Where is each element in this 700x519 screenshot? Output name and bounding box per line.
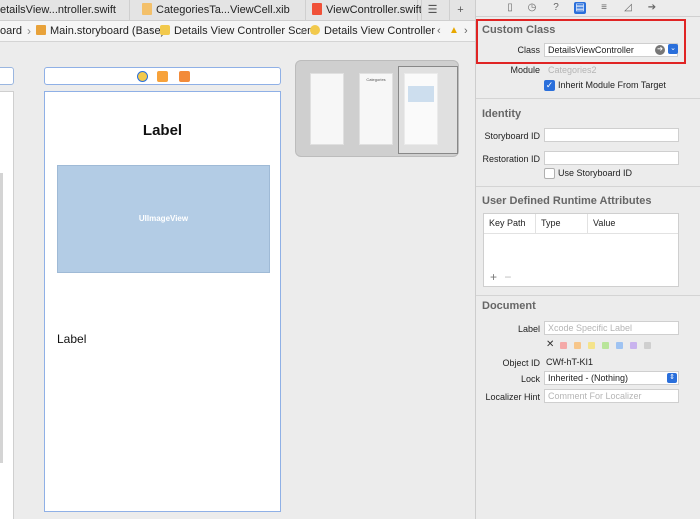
description-label[interactable]: Label xyxy=(57,332,86,346)
module-label: Module xyxy=(510,65,540,75)
xcode-label-field[interactable]: Xcode Specific Label xyxy=(544,321,679,335)
tab-title: CategoriesTa...ViewCell.xib xyxy=(156,4,290,16)
minimap-scene xyxy=(310,73,344,145)
clear-label-icon[interactable]: ✕ xyxy=(546,339,554,350)
storyboard-id-field[interactable] xyxy=(544,128,679,142)
storyboard-id-label: Storyboard ID xyxy=(484,131,540,141)
tab-view-controller-swift[interactable]: ViewController.swift xyxy=(306,0,422,21)
navigate-forward-icon[interactable]: › xyxy=(464,21,468,41)
tab-categories-cell-xib[interactable]: CategoriesTa...ViewCell.xib xyxy=(136,0,306,21)
runtime-attributes-table[interactable]: Key Path Type Value + − xyxy=(483,213,679,287)
minimap-viewport[interactable] xyxy=(398,66,458,154)
lock-select[interactable]: Inherited - (Nothing) ⇕ xyxy=(544,371,679,385)
connections-inspector-icon[interactable]: ➔ xyxy=(646,2,658,14)
lock-value: Inherited - (Nothing) xyxy=(548,373,629,383)
label-color-orange[interactable] xyxy=(574,342,581,349)
image-view[interactable]: UIImageView xyxy=(57,165,270,273)
xcode-window: etailsView...ntroller.swift CategoriesTa… xyxy=(0,0,700,519)
use-storyboard-id-checkbox[interactable] xyxy=(544,168,555,179)
history-inspector-icon[interactable]: ◷ xyxy=(526,2,538,14)
label-color-gray[interactable] xyxy=(644,342,651,349)
divider xyxy=(476,295,700,296)
size-inspector-icon[interactable]: ◿ xyxy=(622,2,634,14)
label-color-green[interactable] xyxy=(602,342,609,349)
scene-dock[interactable] xyxy=(44,67,281,85)
scene-icon xyxy=(160,25,170,35)
identity-inspector-icon[interactable]: ▤ xyxy=(574,2,586,14)
header-divider xyxy=(484,233,678,234)
inherit-module-checkbox[interactable]: ✓ xyxy=(544,80,555,91)
label-color-yellow[interactable] xyxy=(588,342,595,349)
divider xyxy=(476,98,700,99)
xib-file-icon xyxy=(142,3,152,15)
previous-scene-bar[interactable] xyxy=(0,67,14,85)
custom-class-highlight xyxy=(476,19,686,64)
breadcrumb-item-view-controller[interactable]: Details View Controller xyxy=(310,21,435,41)
lock-label: Lock xyxy=(520,374,540,384)
breadcrumb-item-storyboard[interactable]: oard xyxy=(0,21,22,41)
help-inspector-icon[interactable]: ? xyxy=(550,2,562,14)
label-color-red[interactable] xyxy=(560,342,567,349)
chevron-right-icon: › xyxy=(27,24,31,38)
attributes-inspector-icon[interactable]: ≡ xyxy=(598,2,610,14)
label-color-purple[interactable] xyxy=(630,342,637,349)
warning-icon[interactable]: ▲ xyxy=(449,21,459,41)
chevron-right-icon: › xyxy=(300,24,304,38)
column-key-path[interactable]: Key Path xyxy=(484,214,536,233)
restoration-id-field[interactable] xyxy=(544,151,679,165)
breadcrumb-item-scene[interactable]: Details View Controller Scene xyxy=(160,21,319,41)
use-storyboard-id-label: Use Storyboard ID xyxy=(558,168,633,178)
breadcrumb-item-main-storyboard[interactable]: Main.storyboard (Base) xyxy=(36,21,164,41)
inherit-module-label: Inherit Module From Target xyxy=(558,80,666,90)
document-outline-icon[interactable]: ☰ xyxy=(421,0,443,21)
table-footer: + − xyxy=(490,270,511,284)
stepper-icon: ⇕ xyxy=(667,373,677,383)
tab-title: etailsView...ntroller.swift xyxy=(0,4,116,16)
storyboard-icon xyxy=(36,25,46,35)
first-responder-icon[interactable] xyxy=(157,71,168,82)
breadcrumb: oard › Main.storyboard (Base) › Details … xyxy=(0,21,475,42)
swift-file-icon xyxy=(312,3,322,15)
identity-inspector: ▯ ◷ ? ▤ ≡ ◿ ➔ Custom Class Class Details… xyxy=(475,0,700,519)
remove-attribute-button[interactable]: − xyxy=(504,270,511,284)
object-id-value: CWf-hT-KI1 xyxy=(546,357,594,367)
storyboard-canvas[interactable]: Label UIImageView Label Categories xyxy=(0,43,475,519)
identity-title: Identity xyxy=(482,108,522,120)
object-id-label: Object ID xyxy=(502,358,540,368)
chevron-right-icon: › xyxy=(150,24,154,38)
column-value[interactable]: Value xyxy=(588,214,678,233)
inspector-tabs: ▯ ◷ ? ▤ ≡ ◿ ➔ xyxy=(476,0,700,17)
restoration-id-label: Restoration ID xyxy=(482,154,540,164)
editor-tab-bar: etailsView...ntroller.swift CategoriesTa… xyxy=(0,0,475,21)
divider xyxy=(476,186,700,187)
runtime-attributes-title: User Defined Runtime Attributes xyxy=(482,195,652,207)
file-inspector-icon[interactable]: ▯ xyxy=(504,2,516,14)
module-field[interactable]: Categories2 xyxy=(544,63,679,77)
tab-title: ViewController.swift xyxy=(326,4,422,16)
title-label[interactable]: Label xyxy=(45,122,280,139)
label-color-blue[interactable] xyxy=(616,342,623,349)
navigate-back-icon[interactable]: ‹ xyxy=(437,21,441,41)
column-type[interactable]: Type xyxy=(536,214,588,233)
tab-details-view-controller[interactable]: etailsView...ntroller.swift xyxy=(0,0,130,21)
document-title: Document xyxy=(482,300,536,312)
canvas-minimap[interactable]: Categories xyxy=(295,60,459,157)
document-label-label: Label xyxy=(517,324,540,334)
scroll-indicator xyxy=(0,173,3,463)
add-attribute-button[interactable]: + xyxy=(490,270,497,284)
details-view-controller[interactable]: Label UIImageView Label xyxy=(44,91,281,512)
minimap-scene-categories: Categories xyxy=(359,73,393,145)
minimap-title: Categories xyxy=(366,77,386,82)
view-controller-icon[interactable] xyxy=(137,71,148,82)
exit-icon[interactable] xyxy=(179,71,190,82)
view-controller-icon xyxy=(310,25,320,35)
localizer-hint-label: Localizer Hint xyxy=(485,392,540,402)
add-tab-button[interactable]: + xyxy=(449,0,471,21)
localizer-hint-field[interactable]: Comment For Localizer xyxy=(544,389,679,403)
